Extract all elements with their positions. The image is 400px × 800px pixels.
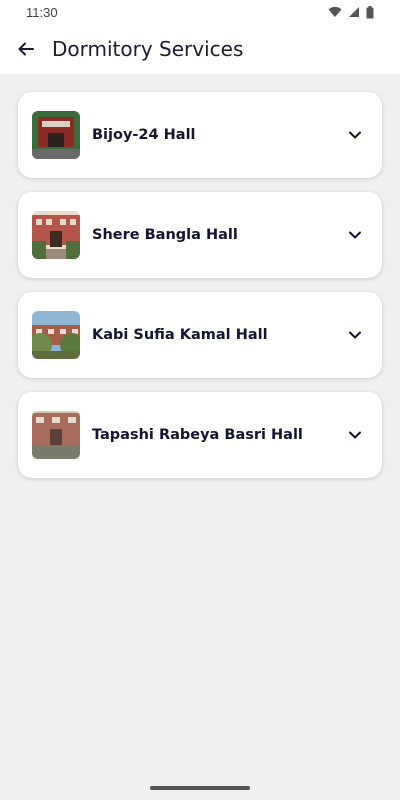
app-bar: Dormitory Services [0, 24, 400, 74]
signal-icon [349, 7, 359, 17]
chevron-down-icon[interactable] [346, 226, 364, 244]
battery-icon [366, 5, 374, 18]
chevron-down-icon[interactable] [346, 426, 364, 444]
hall-thumbnail [32, 311, 80, 359]
chevron-down-icon[interactable] [346, 126, 364, 144]
hall-name: Bijoy-24 Hall [92, 127, 196, 143]
home-indicator[interactable] [150, 786, 250, 790]
hall-thumbnail [32, 111, 80, 159]
page-title: Dormitory Services [52, 37, 244, 61]
hall-name: Shere Bangla Hall [92, 227, 238, 243]
status-time: 11:30 [26, 4, 58, 20]
hall-card-shere-bangla[interactable]: Shere Bangla Hall [18, 192, 382, 278]
chevron-down-icon[interactable] [346, 326, 364, 344]
hall-name: Kabi Sufia Kamal Hall [92, 327, 268, 343]
status-bar: 11:30 [0, 0, 400, 24]
hall-card-bijoy-24[interactable]: Bijoy-24 Hall [18, 92, 382, 178]
back-button[interactable] [8, 31, 44, 67]
hall-thumbnail [32, 211, 80, 259]
status-icons [328, 5, 374, 19]
hall-list: Bijoy-24 Hall Shere Bangla Hall Kabi Suf… [18, 92, 382, 492]
hall-thumbnail [32, 411, 80, 459]
wifi-icon [328, 6, 342, 17]
hall-card-kabi-sufia-kamal[interactable]: Kabi Sufia Kamal Hall [18, 292, 382, 378]
hall-card-tapashi-rabeya-basri[interactable]: Tapashi Rabeya Basri Hall [18, 392, 382, 478]
hall-name: Tapashi Rabeya Basri Hall [92, 427, 303, 443]
back-arrow-icon [18, 42, 34, 56]
